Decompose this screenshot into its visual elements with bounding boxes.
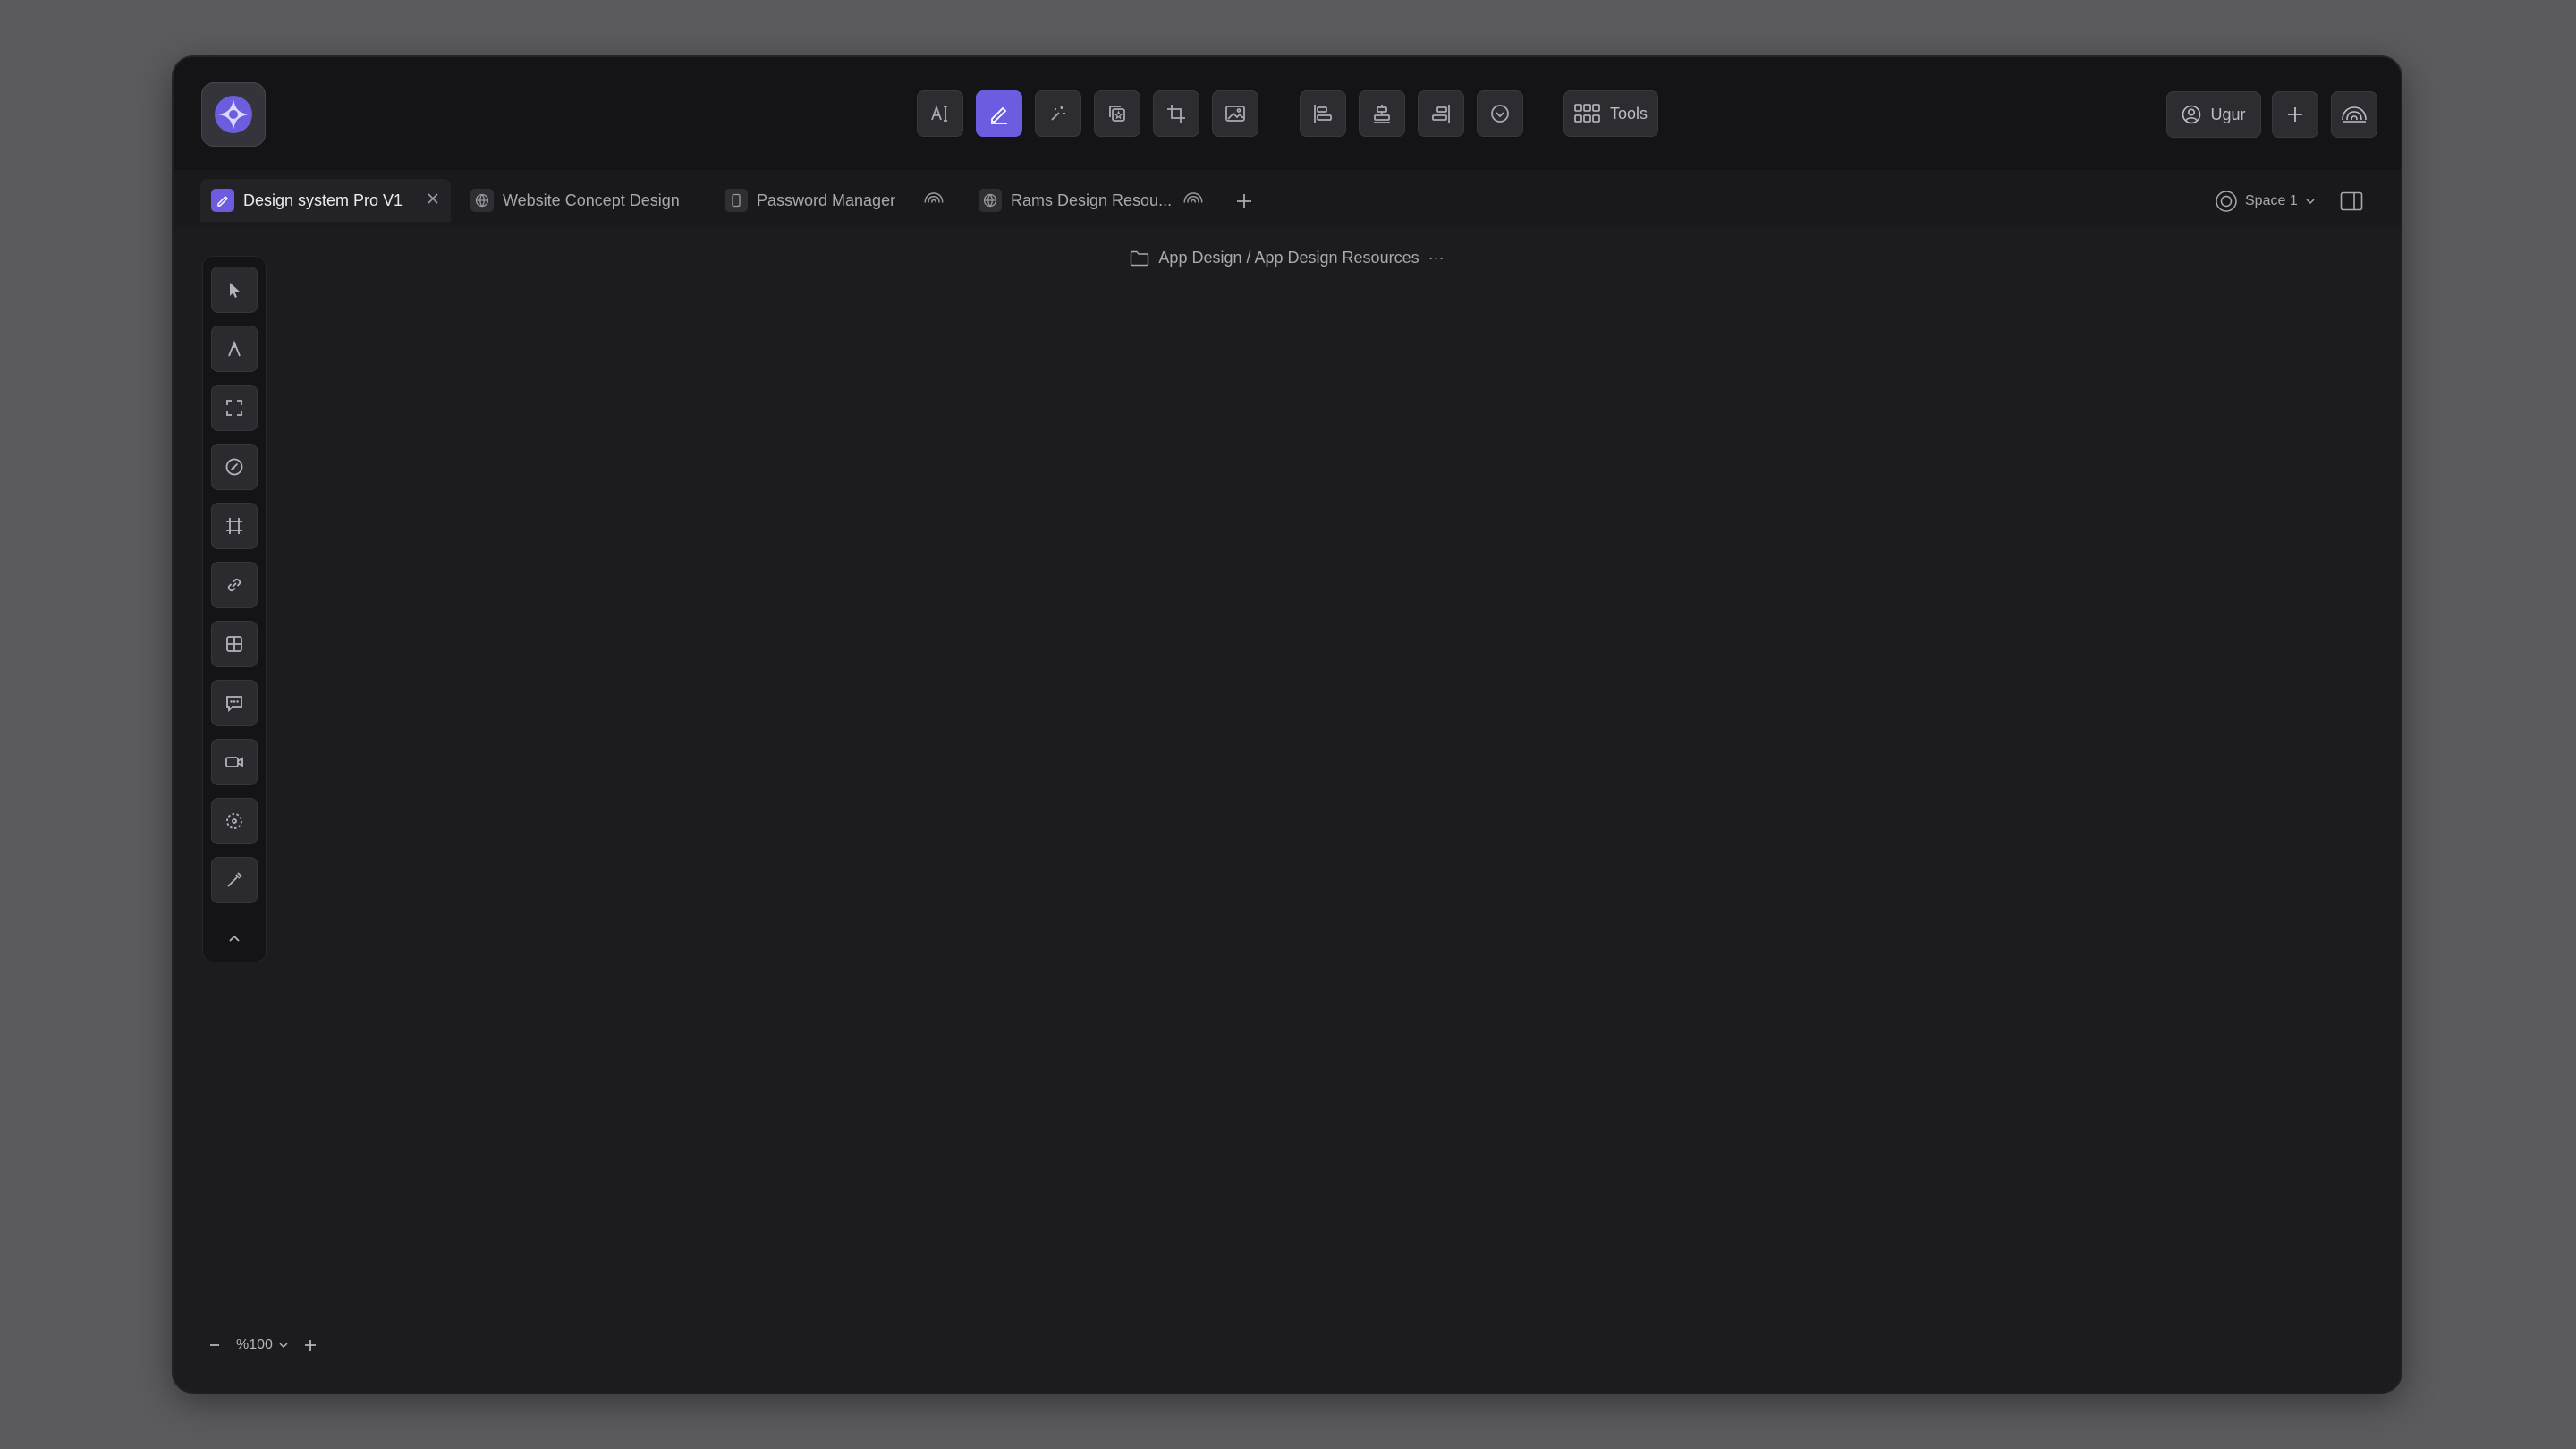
align-center-icon — [1374, 105, 1390, 123]
video-icon — [225, 757, 243, 767]
logo-icon — [215, 96, 252, 133]
image-icon — [1225, 106, 1245, 122]
eyedropper-tool-button[interactable] — [211, 857, 258, 903]
crop-icon — [1167, 105, 1185, 123]
tools-label: Tools — [1609, 104, 1648, 123]
magic-icon — [1051, 106, 1065, 121]
tab-label: Password Manager — [757, 191, 896, 209]
plus-icon — [304, 1340, 316, 1351]
close-icon[interactable] — [426, 191, 440, 211]
zoom-out-button[interactable] — [204, 1335, 225, 1356]
user-label: Ugur — [2210, 105, 2246, 123]
top-toolbar: Tools Ugur — [174, 57, 2401, 170]
layers-button[interactable] — [1094, 90, 1140, 137]
text-icon — [931, 105, 947, 122]
tab-design-system-pro-v1[interactable]: Design system Pro V1 — [200, 179, 451, 222]
share-button[interactable] — [2331, 91, 2377, 138]
check-button[interactable] — [1477, 90, 1523, 137]
frame-tool-button[interactable] — [211, 385, 258, 431]
cursor-icon — [230, 283, 240, 298]
crop-button[interactable] — [1153, 90, 1199, 137]
space-label: Space 1 — [2245, 193, 2298, 208]
comment-icon — [226, 696, 242, 713]
folder-icon — [1131, 250, 1149, 266]
check-circle-icon — [1491, 105, 1509, 123]
tab-label: Rams Design Resou... — [1011, 191, 1173, 209]
space-selector[interactable]: Space 1 — [2215, 186, 2316, 216]
globe-icon — [979, 189, 1002, 212]
zoom-in-button[interactable] — [300, 1335, 321, 1356]
align-left-button[interactable] — [1300, 90, 1346, 137]
pen-path-tool-button[interactable] — [211, 326, 258, 372]
breadcrumb-path[interactable]: App Design / App Design Resources — [1158, 249, 1419, 267]
sidebar-panel-icon — [2340, 191, 2363, 211]
pen-tool-button[interactable] — [976, 90, 1022, 137]
align-right-icon — [1432, 105, 1450, 123]
space-icon — [2216, 191, 2237, 212]
comment-tool-button[interactable] — [211, 680, 258, 726]
tab-label: Website Concept Design — [503, 191, 680, 209]
pen-icon — [211, 189, 234, 212]
tab-password-manager[interactable]: Password Manager — [714, 179, 955, 222]
add-tab-button[interactable] — [1229, 186, 1259, 216]
breadcrumb: App Design / App Design Resources ··· — [174, 249, 2401, 267]
plus-icon — [2288, 107, 2302, 122]
align-right-button[interactable] — [1418, 90, 1464, 137]
chevron-down-icon[interactable] — [278, 1340, 289, 1351]
broadcast-icon — [2342, 106, 2367, 123]
panel-toggle-button[interactable] — [2338, 188, 2365, 215]
app-logo[interactable] — [201, 82, 266, 147]
artboard-icon — [226, 518, 242, 534]
component-icon — [226, 813, 242, 829]
compass-icon — [225, 458, 243, 476]
broadcast-icon[interactable] — [923, 191, 945, 211]
layers-star-icon — [1109, 106, 1125, 122]
phone-icon — [724, 189, 748, 212]
app-window: Tools Ugur Design system Pro V1 Website … — [174, 57, 2401, 1392]
collapse-tools-button[interactable] — [211, 916, 258, 962]
video-tool-button[interactable] — [211, 739, 258, 785]
more-icon[interactable]: ··· — [1428, 249, 1445, 267]
left-tool-panel — [202, 256, 267, 962]
minus-icon — [210, 1344, 219, 1346]
zoom-control: %100 — [204, 1331, 321, 1360]
tab-website-concept-design[interactable]: Website Concept Design — [460, 179, 701, 222]
link-icon — [227, 578, 242, 592]
compass-tool-button[interactable] — [211, 444, 258, 490]
component-tool-button[interactable] — [211, 798, 258, 844]
text-tool-button[interactable] — [917, 90, 963, 137]
align-center-button[interactable] — [1359, 90, 1405, 137]
broadcast-icon[interactable] — [1182, 191, 1204, 211]
grid-icon — [226, 636, 242, 652]
add-button[interactable] — [2272, 91, 2318, 138]
image-button[interactable] — [1212, 90, 1258, 137]
artboard-tool-button[interactable] — [211, 503, 258, 549]
tab-bar: Design system Pro V1 Website Concept Des… — [174, 170, 2401, 227]
chevron-up-icon — [229, 935, 240, 942]
tools-button[interactable]: Tools — [1563, 90, 1658, 137]
pen-nib-icon — [228, 340, 241, 357]
magic-button[interactable] — [1035, 90, 1081, 137]
user-menu-button[interactable]: Ugur — [2166, 91, 2261, 138]
grid-tool-button[interactable] — [211, 621, 258, 667]
user-icon — [2182, 105, 2201, 124]
globe-icon — [470, 189, 494, 212]
eyedropper-icon — [227, 872, 242, 887]
pen-icon — [991, 106, 1007, 124]
zoom-level[interactable]: %100 — [236, 1337, 273, 1353]
grid-icon — [1574, 104, 1600, 123]
tab-label: Design system Pro V1 — [243, 191, 403, 209]
align-left-icon — [1314, 105, 1332, 123]
chevron-down-icon — [2306, 199, 2315, 205]
tab-rams-design-resources[interactable]: Rams Design Resou... — [968, 179, 1215, 222]
select-tool-button[interactable] — [211, 267, 258, 313]
link-tool-button[interactable] — [211, 562, 258, 608]
plus-icon — [1237, 194, 1251, 208]
frame-corners-icon — [226, 400, 242, 416]
